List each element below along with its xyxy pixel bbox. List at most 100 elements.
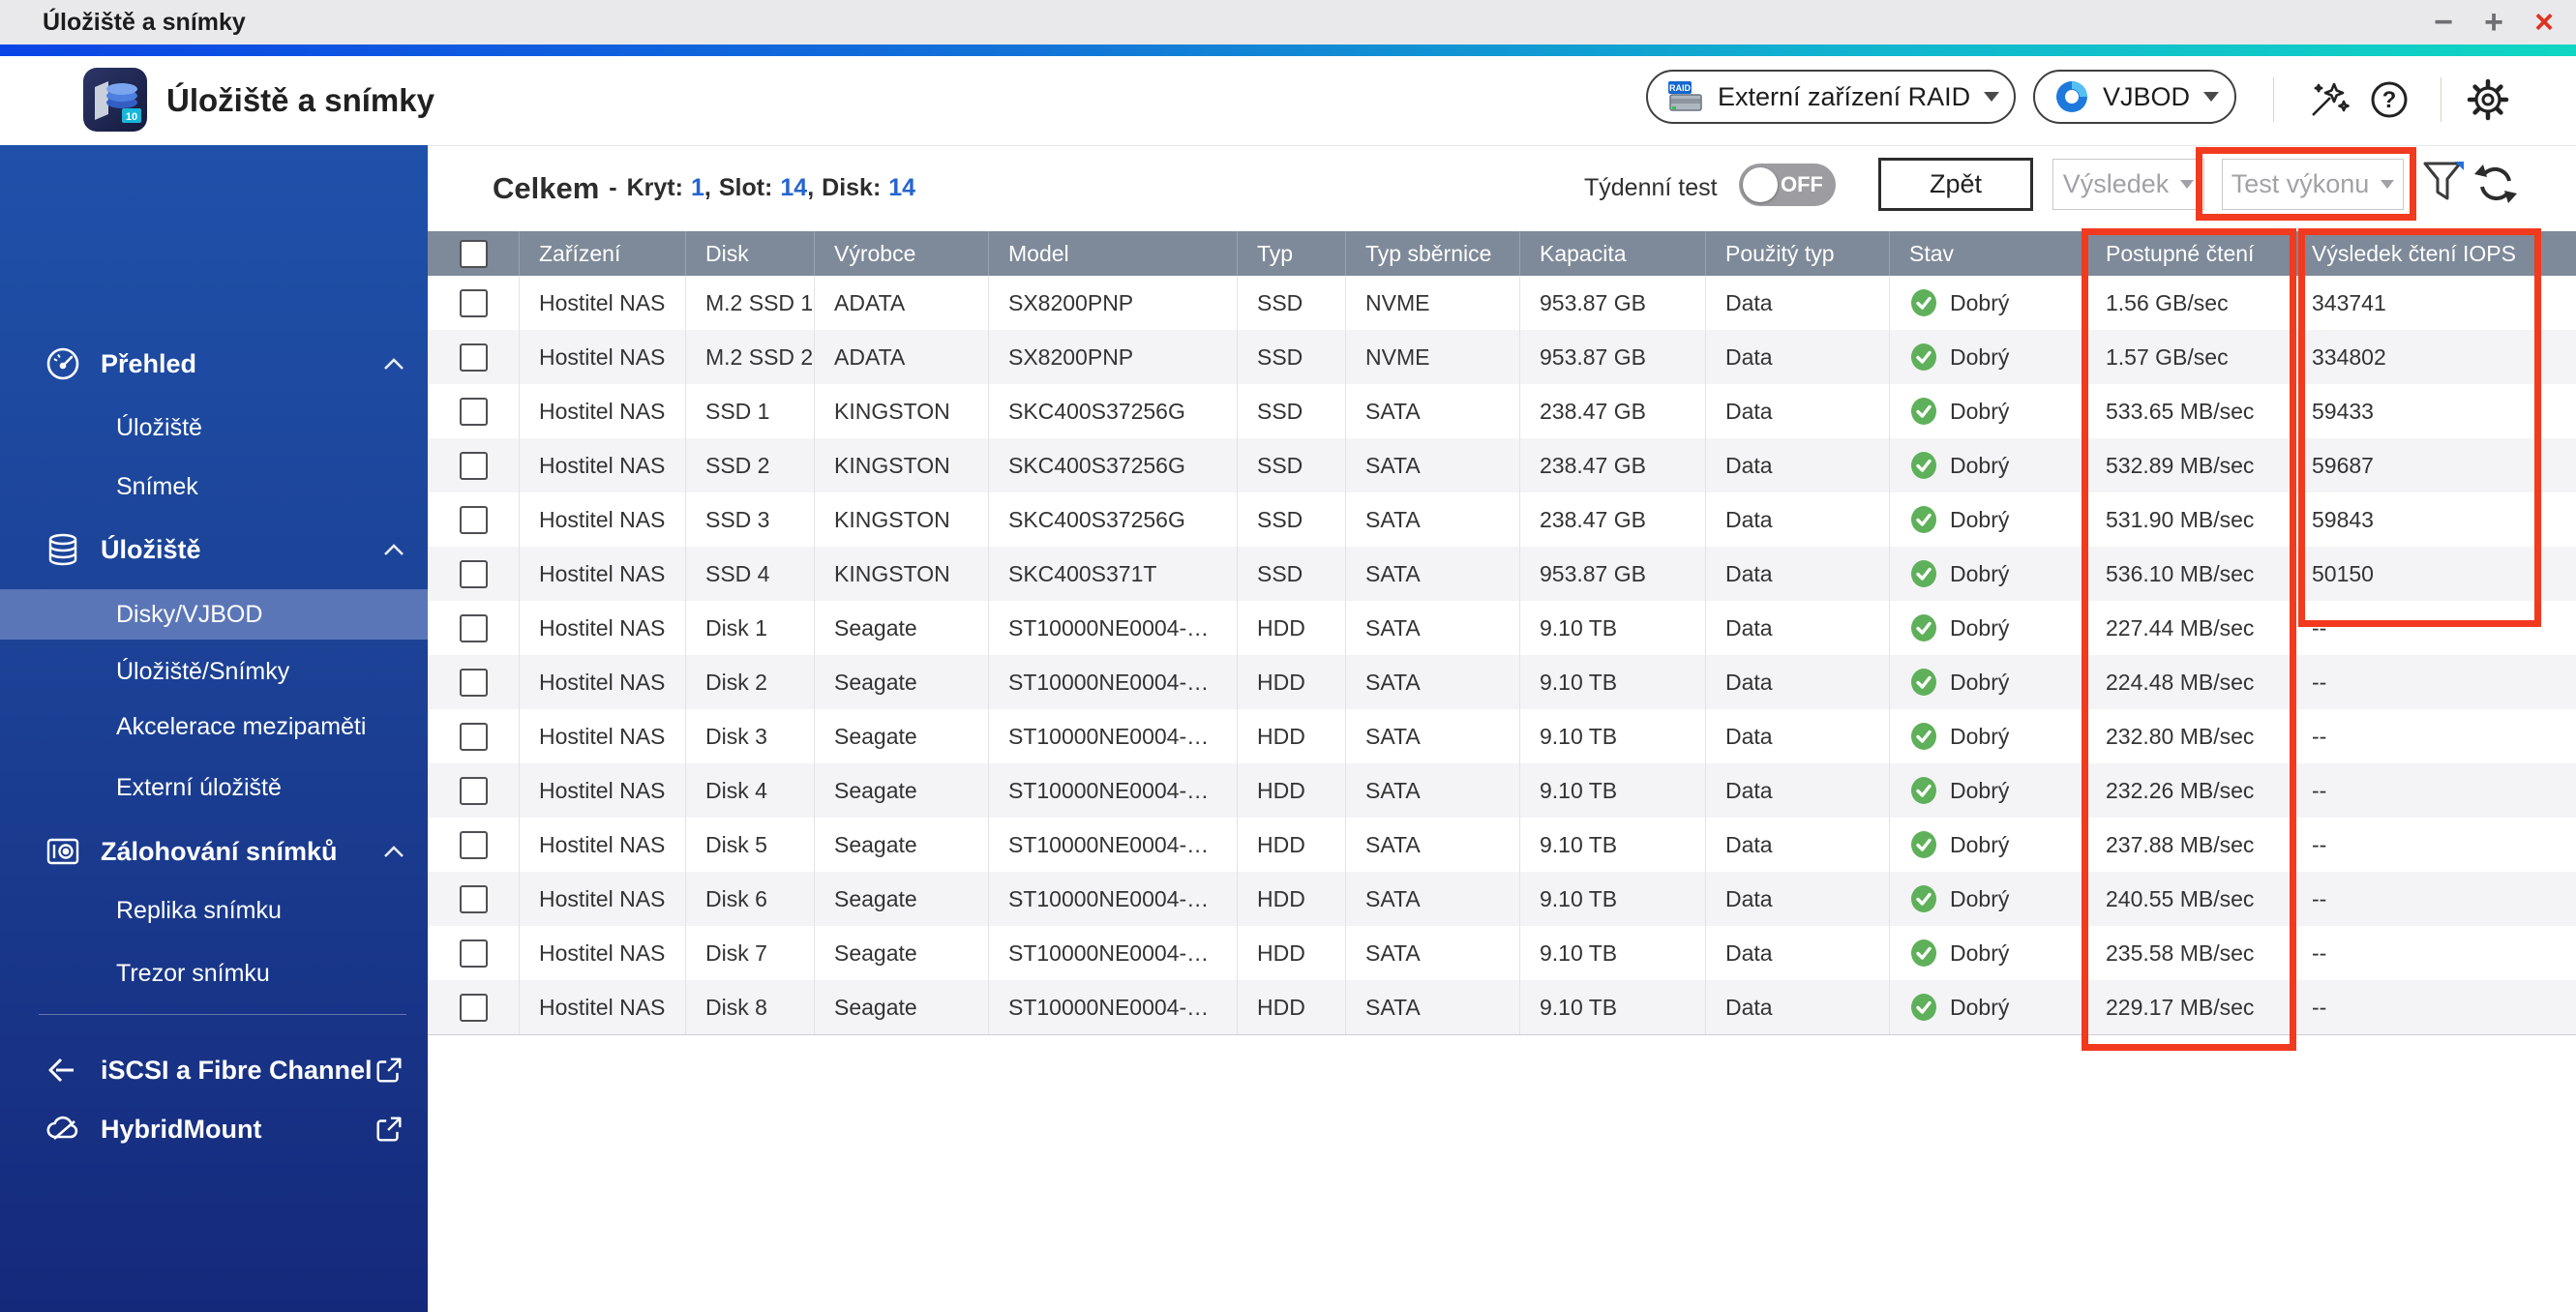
help-icon[interactable]: ? bbox=[2367, 77, 2411, 122]
sidebar-section-uloziste[interactable]: Úložiště bbox=[0, 525, 428, 574]
status-label: Dobrý bbox=[1950, 831, 2010, 857]
table-row[interactable]: Hostitel NAS Disk 5 Seagate ST10000NE0004-…… bbox=[428, 818, 2576, 872]
chevron-down-icon bbox=[1984, 92, 2000, 102]
cell-used-type: Data bbox=[1706, 763, 1890, 818]
toggle-state-label: OFF bbox=[1781, 172, 1823, 196]
cell-model: ST10000NE0004-… bbox=[989, 980, 1238, 1034]
refresh-icon[interactable] bbox=[2473, 161, 2518, 207]
cell-bus-type: SATA bbox=[1346, 601, 1520, 655]
row-checkbox[interactable] bbox=[459, 830, 488, 859]
table-row[interactable]: Hostitel NAS Disk 8 Seagate ST10000NE0004-…… bbox=[428, 980, 2576, 1034]
row-checkbox[interactable] bbox=[459, 884, 488, 913]
window-titlebar: Úložiště a snímky − + × bbox=[0, 0, 2576, 45]
sidebar-item-akcelerace-mezipameti[interactable]: Akcelerace mezipaměti bbox=[0, 702, 428, 751]
row-checkbox[interactable] bbox=[459, 776, 488, 805]
maximize-button[interactable]: + bbox=[2473, 0, 2514, 45]
sidebar-item-trezor-snimku[interactable]: Trezor snímku bbox=[0, 949, 428, 998]
filter-icon[interactable] bbox=[2421, 159, 2466, 209]
sidebar-item-disky-vjbod[interactable]: Disky/VJBOD bbox=[0, 589, 428, 640]
select-all-checkbox[interactable] bbox=[459, 239, 488, 268]
cell-type: HDD bbox=[1238, 818, 1346, 872]
vjbod-icon bbox=[2054, 79, 2089, 114]
external-raid-device-dropdown[interactable]: RAID Externí zařízení RAID bbox=[1646, 70, 2016, 124]
col-header-disk[interactable]: Disk bbox=[686, 231, 815, 276]
status-ok-icon bbox=[1909, 830, 1938, 859]
chevron-up-icon[interactable] bbox=[383, 845, 404, 858]
cell-vendor: Seagate bbox=[815, 601, 989, 655]
row-checkbox[interactable] bbox=[459, 288, 488, 317]
table-row[interactable]: Hostitel NAS SSD 3 KINGSTON SKC400S37256G SS… bbox=[428, 492, 2576, 547]
row-checkbox[interactable] bbox=[459, 397, 488, 426]
minimize-button[interactable]: − bbox=[2423, 0, 2464, 45]
row-checkbox[interactable] bbox=[459, 505, 488, 534]
vjbod-dropdown[interactable]: VJBOD bbox=[2033, 70, 2236, 124]
sidebar-item-uloziste-snimky[interactable]: Úložiště/Snímky bbox=[0, 647, 428, 696]
row-checkbox[interactable] bbox=[459, 343, 488, 372]
table-row[interactable]: Hostitel NAS SSD 1 KINGSTON SKC400S37256G SS… bbox=[428, 384, 2576, 438]
row-checkbox[interactable] bbox=[459, 451, 488, 480]
cell-vendor: ADATA bbox=[815, 276, 989, 330]
cell-disk: SSD 1 bbox=[686, 384, 815, 438]
cell-capacity: 9.10 TB bbox=[1520, 926, 1706, 980]
sidebar-section-zalohovani-snimku[interactable]: Zálohování snímků bbox=[0, 827, 428, 876]
cell-vendor: KINGSTON bbox=[815, 492, 989, 547]
row-checkbox[interactable] bbox=[459, 613, 488, 642]
sidebar-section-prehled[interactable]: Přehled bbox=[0, 340, 428, 388]
cell-bus-type: SATA bbox=[1346, 438, 1520, 492]
sidebar-item-hybridmount[interactable]: HybridMount bbox=[0, 1105, 428, 1153]
cell-read-iops: -- bbox=[2312, 614, 2327, 641]
table-row[interactable]: Hostitel NAS SSD 2 KINGSTON SKC400S37256G SS… bbox=[428, 438, 2576, 492]
col-header-vendor[interactable]: Výrobce bbox=[815, 231, 989, 276]
col-header-device[interactable]: Zařízení bbox=[520, 231, 686, 276]
row-checkbox[interactable] bbox=[459, 939, 488, 968]
cell-seq-read: 232.80 MB/sec bbox=[2086, 709, 2292, 763]
table-row[interactable]: Hostitel NAS Disk 2 Seagate ST10000NE0004-…… bbox=[428, 655, 2576, 709]
cell-model: SKC400S37256G bbox=[989, 492, 1238, 547]
settings-gear-icon[interactable] bbox=[2466, 77, 2510, 122]
col-header-read-iops[interactable]: Výsledek čtení IOPS bbox=[2292, 231, 2575, 276]
table-row[interactable]: Hostitel NAS Disk 4 Seagate ST10000NE0004-…… bbox=[428, 763, 2576, 818]
col-header-used-type[interactable]: Použitý typ bbox=[1706, 231, 1890, 276]
table-row[interactable]: Hostitel NAS Disk 6 Seagate ST10000NE0004-…… bbox=[428, 872, 2576, 926]
status-ok-icon bbox=[1909, 884, 1938, 913]
table-row[interactable]: Hostitel NAS Disk 3 Seagate ST10000NE0004-…… bbox=[428, 709, 2576, 763]
sidebar-item-snimek[interactable]: Snímek bbox=[0, 462, 428, 511]
cell-read-iops: -- bbox=[2312, 777, 2327, 803]
col-header-seq-read[interactable]: Postupné čtení bbox=[2086, 231, 2292, 276]
sidebar-item-externi-uloziste[interactable]: Externí úložiště bbox=[0, 763, 428, 812]
row-checkbox[interactable] bbox=[459, 559, 488, 588]
col-header-capacity[interactable]: Kapacita bbox=[1520, 231, 1706, 276]
table-row[interactable]: Hostitel NAS SSD 4 KINGSTON SKC400S371T SSD S… bbox=[428, 547, 2576, 601]
cell-capacity: 238.47 GB bbox=[1520, 492, 1706, 547]
summary-comma: , bbox=[704, 174, 711, 201]
row-checkbox[interactable] bbox=[459, 722, 488, 751]
cell-used-type: Data bbox=[1706, 709, 1890, 763]
sidebar-item-iscsi-fibre-channel[interactable]: iSCSI a Fibre Channel bbox=[0, 1046, 428, 1094]
table-row[interactable]: Hostitel NAS Disk 7 Seagate ST10000NE0004-…… bbox=[428, 926, 2576, 980]
row-checkbox[interactable] bbox=[459, 668, 488, 697]
table-row[interactable]: Hostitel NAS M.2 SSD 1 ADATA SX8200PNP SSD NV… bbox=[428, 276, 2576, 330]
chevron-up-icon[interactable] bbox=[383, 543, 404, 556]
row-checkbox-cell bbox=[428, 330, 520, 384]
back-button[interactable]: Zpět bbox=[1878, 158, 2033, 211]
row-checkbox-cell bbox=[428, 763, 520, 818]
performance-test-dropdown-button[interactable]: Test výkonu bbox=[2222, 159, 2404, 210]
result-dropdown-button[interactable]: Výsledek bbox=[2052, 159, 2204, 210]
wizard-wand-icon[interactable] bbox=[2306, 77, 2351, 122]
cell-model: ST10000NE0004-… bbox=[989, 926, 1238, 980]
close-button[interactable]: × bbox=[2524, 0, 2564, 45]
cell-type: HDD bbox=[1238, 655, 1346, 709]
col-header-model[interactable]: Model bbox=[989, 231, 1238, 276]
sidebar-item-uloziste-overview[interactable]: Úložiště bbox=[0, 403, 428, 452]
row-checkbox[interactable] bbox=[459, 993, 488, 1022]
cell-read-iops: 50150 bbox=[2312, 560, 2374, 586]
table-row[interactable]: Hostitel NAS M.2 SSD 2 ADATA SX8200PNP SSD NV… bbox=[428, 330, 2576, 384]
col-header-bus-type[interactable]: Typ sběrnice bbox=[1346, 231, 1520, 276]
table-row[interactable]: Hostitel NAS Disk 1 Seagate ST10000NE0004-…… bbox=[428, 601, 2576, 655]
chevron-up-icon[interactable] bbox=[383, 357, 404, 371]
weekly-test-toggle[interactable]: OFF bbox=[1739, 164, 1836, 206]
sidebar-item-replika-snimku[interactable]: Replika snímku bbox=[0, 886, 428, 935]
cell-read-iops: -- bbox=[2312, 723, 2327, 749]
col-header-type[interactable]: Typ bbox=[1238, 231, 1346, 276]
col-header-status[interactable]: Stav bbox=[1890, 231, 2086, 276]
